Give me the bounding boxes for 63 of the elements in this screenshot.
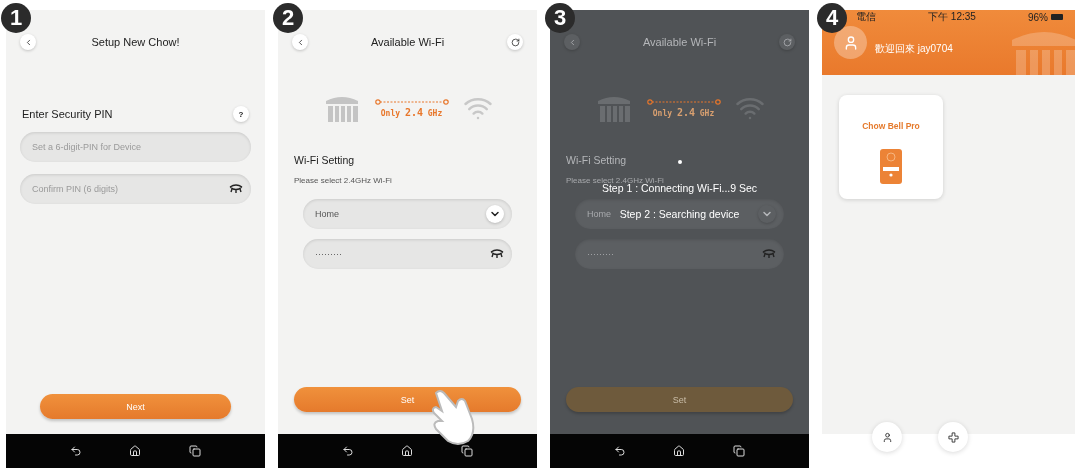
step-number-badge: 1 — [1, 3, 31, 33]
password-field[interactable]: ········· — [303, 239, 512, 269]
password-field[interactable]: ········· — [575, 239, 784, 269]
loading-step-text: Step 2 : Searching device — [619, 208, 740, 220]
step-number-badge: 2 — [273, 3, 303, 33]
connection-line-icon — [374, 98, 449, 105]
network-name: Home — [315, 209, 339, 219]
recent-apps-button[interactable] — [189, 445, 202, 457]
welcome-text: 歡迎回來 jay0704 — [875, 42, 953, 56]
placeholder-text: Confirm PIN (6 digits) — [32, 184, 119, 194]
pin-field[interactable]: Confirm PIN (6 digits) — [20, 174, 251, 204]
home-nav-button[interactable] — [401, 445, 414, 457]
section-title: Enter Security PIN — [22, 108, 113, 120]
placeholder-text: Set a 6-digit-PIN for Device — [32, 142, 142, 152]
set-button[interactable]: Set — [566, 387, 793, 412]
user-icon — [881, 431, 893, 443]
avatar-button[interactable] — [834, 26, 867, 59]
screen-title: Setup New Chow! — [91, 36, 180, 48]
password-value: ········· — [587, 249, 614, 259]
home-nav-button[interactable] — [129, 445, 142, 457]
next-button[interactable]: Next — [40, 394, 231, 419]
refresh-icon — [782, 37, 792, 47]
refresh-button[interactable] — [507, 34, 523, 50]
pin-field[interactable]: Set a 6-digit-PIN for Device — [20, 132, 251, 162]
back-nav-button[interactable] — [69, 445, 82, 457]
help-button[interactable]: ? — [233, 106, 249, 122]
doorbell-device-icon — [880, 149, 902, 184]
recent-apps-button[interactable] — [461, 445, 474, 457]
hint-text: Please select 2.4GHz Wi-Fi — [294, 176, 392, 185]
step-number-badge: 3 — [545, 3, 575, 33]
band-label: Only 2.4 GHz — [380, 106, 443, 118]
back-nav-button[interactable] — [341, 445, 354, 457]
screen-title: Available Wi-Fi — [370, 36, 445, 48]
network-dropdown[interactable]: Home — [303, 199, 512, 229]
home-nav-button[interactable] — [673, 445, 686, 457]
section-title: Wi-Fi Setting — [294, 154, 355, 166]
screen-title: Available Wi-Fi — [642, 36, 717, 48]
loading-step-text: Step 1 : Connecting Wi-Fi...9 Sec — [601, 182, 758, 194]
set-button[interactable]: Set — [294, 387, 521, 412]
closed-eye-icon[interactable] — [229, 184, 243, 194]
step-number-badge: 4 — [817, 3, 847, 33]
password-value: ········· — [315, 249, 342, 259]
closed-eye-icon[interactable] — [490, 249, 504, 259]
recent-apps-button[interactable] — [733, 445, 746, 457]
hint-text: Please select 2.4GHz Wi-Fi — [566, 176, 664, 185]
back-nav-button[interactable] — [613, 445, 626, 457]
profile-button[interactable] — [872, 422, 902, 452]
refresh-icon — [510, 37, 520, 47]
chevron-down-icon[interactable] — [486, 205, 504, 223]
network-name: Home — [587, 209, 611, 219]
carrier-text: 電信 — [856, 10, 876, 24]
plus-icon — [947, 431, 959, 443]
battery-text: 96% — [1027, 11, 1048, 23]
battery-icon — [1051, 14, 1063, 20]
band-label: Only 2.4 GHz — [652, 106, 715, 118]
section-title: Wi-Fi Setting — [566, 154, 627, 166]
connection-line-icon — [646, 98, 721, 105]
refresh-button[interactable] — [779, 34, 795, 50]
add-button[interactable] — [938, 422, 968, 452]
device-card[interactable]: Chow Bell Pro — [839, 95, 943, 199]
device-name: Chow Bell Pro — [862, 121, 920, 131]
clock-text: 下午 12:35 — [928, 10, 976, 24]
loading-dot — [677, 160, 682, 164]
